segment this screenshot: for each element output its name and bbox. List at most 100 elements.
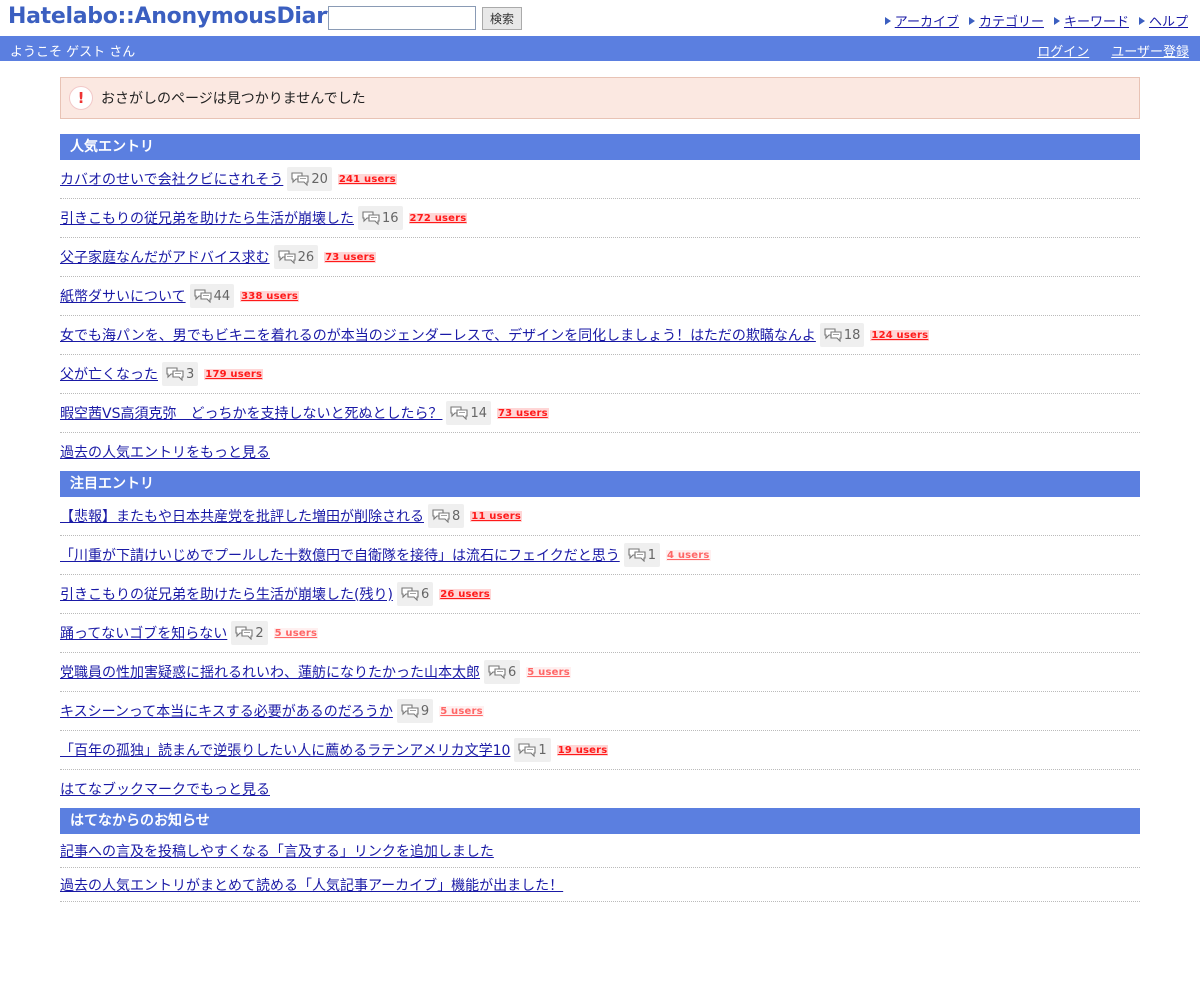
entry-row: 党職員の性加害疑惑に揺れるれいわ、蓮舫になりたかった山本太郎 6 5 users	[60, 653, 1140, 692]
comment-bubble-icon	[488, 665, 506, 679]
entry-title-link[interactable]: 紙幣ダサいについて	[60, 286, 186, 306]
search-input[interactable]	[328, 6, 476, 30]
login-link[interactable]: ログイン	[1037, 41, 1089, 60]
comment-count[interactable]: 6	[484, 660, 521, 684]
nav-item-category[interactable]: カテゴリー	[968, 11, 1044, 30]
alert-message: おさがしのページは見つかりませんでした	[101, 91, 366, 107]
featured-more-row: はてなブックマークでもっと見る	[60, 770, 1140, 808]
bookmark-users-badge[interactable]: 11 users	[470, 510, 523, 522]
entry-row: 紙幣ダサいについて 44 338 users	[60, 277, 1140, 316]
entry-title-link[interactable]: 【悲報】またもや日本共産党を批評した増田が削除される	[60, 506, 424, 526]
entry-title-link[interactable]: 女でも海パンを、男でもビキニを着れるのが本当のジェンダーレスで、デザインを同化し…	[60, 325, 816, 345]
entry-title-link[interactable]: 父が亡くなった	[60, 364, 158, 384]
comment-count-value: 14	[470, 405, 488, 421]
comment-count-value: 26	[297, 249, 315, 265]
entry-row: 【悲報】またもや日本共産党を批評した増田が削除される 8 11 users	[60, 497, 1140, 536]
entry-row: 父が亡くなった 3 179 users	[60, 355, 1140, 394]
comment-bubble-icon	[166, 367, 184, 381]
bookmark-users-badge[interactable]: 73 users	[324, 251, 376, 263]
entry-row: キスシーンって本当にキスする必要があるのだろうか 9 5 users	[60, 692, 1140, 731]
entry-title-link[interactable]: 踊ってないゴブを知らない	[60, 623, 227, 643]
bookmark-users-badge[interactable]: 19 users	[556, 744, 609, 756]
entry-title-link[interactable]: 父子家庭なんだがアドバイス求む	[60, 247, 270, 267]
entry-title-link[interactable]: 「百年の孤独」読まんで逆張りしたい人に薦めるラテンアメリカ文学10	[60, 740, 510, 760]
comment-count-value: 1	[647, 547, 656, 563]
search-button[interactable]: 検索	[482, 7, 522, 30]
featured-entry-list: 【悲報】またもや日本共産党を批評した増田が削除される 8 11 users 「川重が下…	[60, 497, 1140, 770]
comment-count-value: 18	[843, 327, 861, 343]
section-featured-header: 注目エントリ	[60, 471, 1140, 497]
entry-title-link[interactable]: 引きこもりの従兄弟を助けたら生活が崩壊した	[60, 208, 354, 228]
comment-bubble-icon	[278, 250, 296, 264]
comment-count[interactable]: 2	[231, 621, 268, 645]
comment-count-value: 3	[186, 366, 195, 382]
bookmark-users-badge[interactable]: 5 users	[526, 666, 571, 678]
news-link[interactable]: 過去の人気エントリがまとめて読める「人気記事アーカイブ」機能が出ました！	[60, 875, 563, 895]
top-nav: アーカイブ カテゴリー キーワード ヘルプ	[884, 11, 1188, 30]
comment-count[interactable]: 20	[287, 167, 332, 191]
comment-count-value: 9	[420, 703, 430, 719]
comment-count[interactable]: 6	[396, 582, 434, 606]
comment-bubble-icon	[401, 587, 419, 601]
bookmark-users-badge[interactable]: 5 users	[273, 627, 319, 639]
comment-count[interactable]: 8	[428, 504, 465, 528]
comment-count[interactable]: 1	[623, 543, 660, 567]
comment-count-value: 20	[311, 171, 328, 187]
comment-bubble-icon	[628, 548, 646, 562]
nav-link-category[interactable]: カテゴリー	[979, 11, 1044, 30]
entry-title-link[interactable]: キスシーンって本当にキスする必要があるのだろうか	[60, 701, 393, 721]
comment-count[interactable]: 44	[189, 284, 235, 308]
entry-title-link[interactable]: 党職員の性加害疑惑に揺れるれいわ、蓮舫になりたかった山本太郎	[60, 662, 480, 682]
news-row: 過去の人気エントリがまとめて読める「人気記事アーカイブ」機能が出ました！	[60, 868, 1140, 902]
nav-link-help[interactable]: ヘルプ	[1149, 11, 1188, 30]
news-link[interactable]: 記事への言及を投稿しやすくなる「言及する」リンクを追加しました	[60, 841, 494, 861]
entry-title-link[interactable]: カバオのせいで会社クビにされそう	[60, 169, 283, 189]
triangle-right-icon	[1053, 16, 1060, 25]
welcome-text: ようこそ ゲスト さん	[10, 45, 136, 60]
nav-item-archive[interactable]: アーカイブ	[884, 11, 959, 30]
featured-more-link[interactable]: はてなブックマークでもっと見る	[60, 779, 270, 799]
comment-count[interactable]: 18	[819, 323, 865, 347]
entry-row: 暇空茜VS高須克弥 どっちかを支持しないと死ぬとしたら？ 14 73 users	[60, 394, 1140, 433]
bookmark-users-badge[interactable]: 73 users	[497, 407, 549, 419]
user-bar: ようこそ ゲスト さん ログイン ユーザー登録	[0, 36, 1200, 61]
comment-count-value: 44	[213, 288, 231, 304]
comment-bubble-icon	[450, 406, 469, 420]
section-popular-header: 人気エントリ	[60, 134, 1140, 160]
comment-count[interactable]: 9	[396, 699, 434, 723]
bookmark-users-badge[interactable]: 5 users	[439, 705, 484, 717]
nav-link-keyword[interactable]: キーワード	[1064, 11, 1129, 30]
nav-link-archive[interactable]: アーカイブ	[895, 11, 959, 30]
site-logo[interactable]: Hatelabo::AnonymousDiary	[8, 4, 341, 29]
popular-more-link[interactable]: 過去の人気エントリをもっと見る	[60, 442, 270, 462]
comment-count[interactable]: 3	[162, 362, 199, 386]
news-row: 記事への言及を投稿しやすくなる「言及する」リンクを追加しました	[60, 834, 1140, 868]
comment-bubble-icon	[235, 626, 253, 640]
user-links: ログイン ユーザー登録	[1037, 41, 1189, 60]
entry-title-link[interactable]: 「川重が下請けいじめでプールした十数億円で自衛隊を接待」は流石にフェイクだと思う	[60, 545, 620, 565]
entry-row: 引きこもりの従兄弟を助けたら生活が崩壊した(残り) 6 26 users	[60, 575, 1140, 614]
nav-item-keyword[interactable]: キーワード	[1053, 11, 1129, 30]
register-link[interactable]: ユーザー登録	[1111, 41, 1189, 60]
news-list: 記事への言及を投稿しやすくなる「言及する」リンクを追加しました過去の人気エントリ…	[60, 834, 1140, 902]
bookmark-users-badge[interactable]: 26 users	[439, 588, 491, 600]
entry-title-link[interactable]: 引きこもりの従兄弟を助けたら生活が崩壊した(残り)	[60, 584, 393, 604]
comment-count[interactable]: 16	[358, 206, 403, 230]
comment-bubble-icon	[824, 328, 842, 342]
bookmark-users-badge[interactable]: 124 users	[870, 329, 930, 341]
entry-title-link[interactable]: 暇空茜VS高須克弥 どっちかを支持しないと死ぬとしたら？	[60, 403, 442, 423]
exclamation-icon: !	[69, 86, 93, 110]
bookmark-users-badge[interactable]: 4 users	[666, 549, 711, 561]
comment-count[interactable]: 14	[446, 401, 492, 425]
bookmark-users-badge[interactable]: 338 users	[240, 290, 300, 302]
comment-count[interactable]: 1	[514, 738, 551, 762]
bookmark-users-badge[interactable]: 272 users	[408, 212, 468, 224]
triangle-right-icon	[968, 16, 975, 25]
bookmark-users-badge[interactable]: 241 users	[337, 173, 397, 185]
comment-bubble-icon	[432, 509, 450, 523]
nav-item-help[interactable]: ヘルプ	[1138, 11, 1188, 30]
bookmark-users-badge[interactable]: 179 users	[204, 368, 264, 380]
entry-row: 「百年の孤独」読まんで逆張りしたい人に薦めるラテンアメリカ文学10 1 19 use…	[60, 731, 1140, 770]
comment-count[interactable]: 26	[273, 245, 319, 269]
triangle-right-icon	[1138, 16, 1145, 25]
